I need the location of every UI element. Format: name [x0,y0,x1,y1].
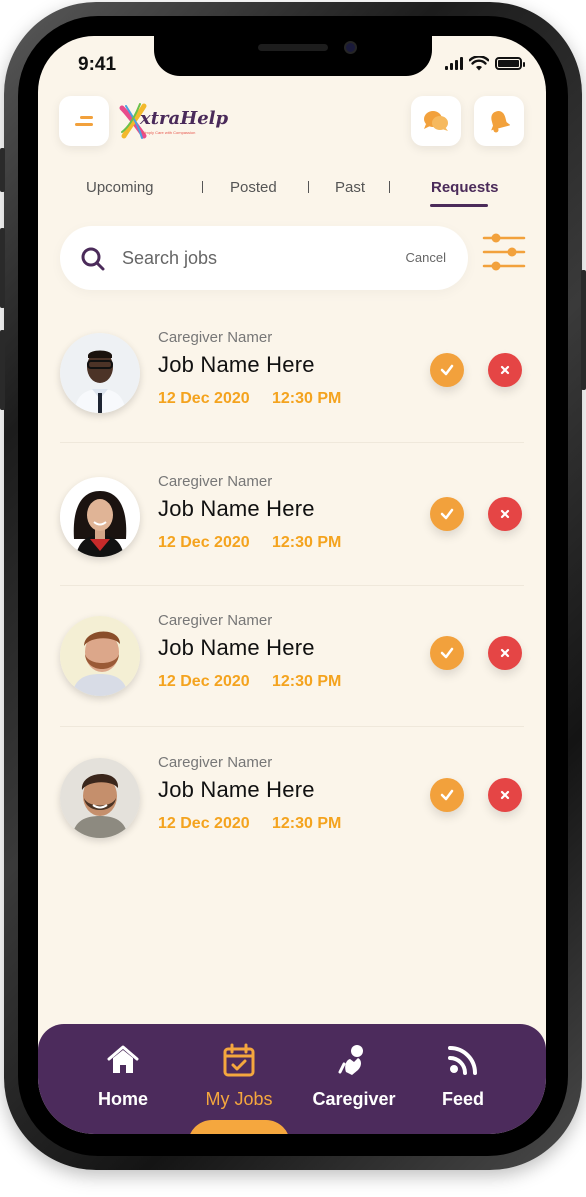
active-tab-indicator [430,204,488,207]
active-nav-indicator [188,1120,290,1134]
tab-separator [308,181,309,193]
job-date: 12 Dec 2020 [158,673,250,690]
checkmark-icon [440,364,454,376]
job-request-item[interactable]: Caregiver Namer Job Name Here 12 Dec 202… [60,473,524,607]
checkmark-icon [440,789,454,801]
reject-request-button[interactable] [488,636,522,670]
checkmark-icon [440,647,454,659]
cancel-search-button[interactable]: Cancel [406,250,446,265]
nav-feed-label: Feed [441,1089,484,1109]
caregiver-hand-icon [338,1045,363,1075]
chat-button[interactable] [411,96,461,146]
cellular-signal-icon [445,57,463,70]
caregiver-name: Caregiver Namer [158,329,273,346]
bottom-navigation: Home My Jobs Caregiver Feed [38,1024,546,1134]
caregiver-name: Caregiver Namer [158,612,273,629]
tab-past[interactable]: Past [335,179,365,196]
status-time: 9:41 [78,54,117,75]
xtrahelp-logo: xtraHelp Simply Care with Compassion [118,100,228,144]
menu-button[interactable] [59,96,109,146]
job-date: 12 Dec 2020 [158,390,250,407]
bell-icon [491,111,510,133]
tab-requests[interactable]: Requests [431,179,499,196]
front-camera [344,41,357,54]
job-date: 12 Dec 2020 [158,815,250,832]
job-title: Job Name Here [158,352,315,377]
list-divider [60,726,524,727]
job-time: 12:30 PM [272,673,342,690]
job-date: 12 Dec 2020 [158,534,250,551]
job-title: Job Name Here [158,496,315,521]
search-bar: Cancel [60,226,468,290]
reject-request-button[interactable] [488,497,522,531]
wifi-icon [469,56,489,71]
rss-feed-icon [448,1046,477,1075]
reject-request-button[interactable] [488,353,522,387]
caregiver-avatar [60,758,140,838]
battery-icon [495,57,525,70]
close-icon [500,509,510,519]
nav-feed[interactable]: Feed [408,1042,518,1112]
nav-caregiver-label: Caregiver [312,1089,396,1109]
notch [154,36,432,76]
logo-wordmark: xtraHelp [140,108,229,129]
status-icons [445,56,525,71]
job-request-item[interactable]: Caregiver Namer Job Name Here 12 Dec 202… [60,754,524,888]
close-icon [500,790,510,800]
filter-button[interactable] [482,232,526,276]
calendar-check-icon [223,1043,255,1077]
close-icon [500,365,510,375]
nav-home-label: Home [97,1089,148,1109]
nav-caregiver[interactable]: Caregiver [299,1042,409,1112]
accept-request-button[interactable] [430,497,464,531]
job-time: 12:30 PM [272,534,342,551]
list-divider [60,442,524,443]
search-icon [81,247,105,271]
tab-separator [202,181,203,193]
accept-request-button[interactable] [430,636,464,670]
job-time: 12:30 PM [272,815,342,832]
reject-request-button[interactable] [488,778,522,812]
tab-upcoming[interactable]: Upcoming [86,179,154,196]
caregiver-name: Caregiver Namer [158,754,273,771]
volume-down-button [0,330,5,410]
chat-icon [424,111,448,131]
search-input[interactable] [122,246,352,270]
volume-up-button [0,228,5,308]
accept-request-button[interactable] [430,778,464,812]
menu-icon [75,116,93,126]
logo-tagline: Simply Care with Compassion [142,130,196,135]
accept-request-button[interactable] [430,353,464,387]
caregiver-avatar [60,333,140,413]
sliders-filter-icon [482,233,526,271]
power-button [581,270,586,390]
tab-separator [389,181,390,193]
job-request-item[interactable]: Caregiver Namer Job Name Here 12 Dec 202… [60,329,524,463]
home-icon [107,1045,139,1073]
job-title: Job Name Here [158,777,315,802]
notifications-button[interactable] [474,96,524,146]
nav-my-jobs-label: My Jobs [205,1089,273,1109]
mute-switch [0,148,5,192]
speaker [258,44,328,51]
nav-home[interactable]: Home [68,1042,178,1112]
caregiver-avatar [60,477,140,557]
job-title: Job Name Here [158,635,315,660]
nav-my-jobs[interactable]: My Jobs [184,1042,294,1112]
app-screen: 9:41 xtraHelp Simply Care with Compassio… [38,36,546,1134]
caregiver-name: Caregiver Namer [158,473,273,490]
tab-posted[interactable]: Posted [230,179,277,196]
close-icon [500,648,510,658]
checkmark-icon [440,508,454,520]
job-time: 12:30 PM [272,390,342,407]
list-divider [60,585,524,586]
caregiver-avatar [60,616,140,696]
